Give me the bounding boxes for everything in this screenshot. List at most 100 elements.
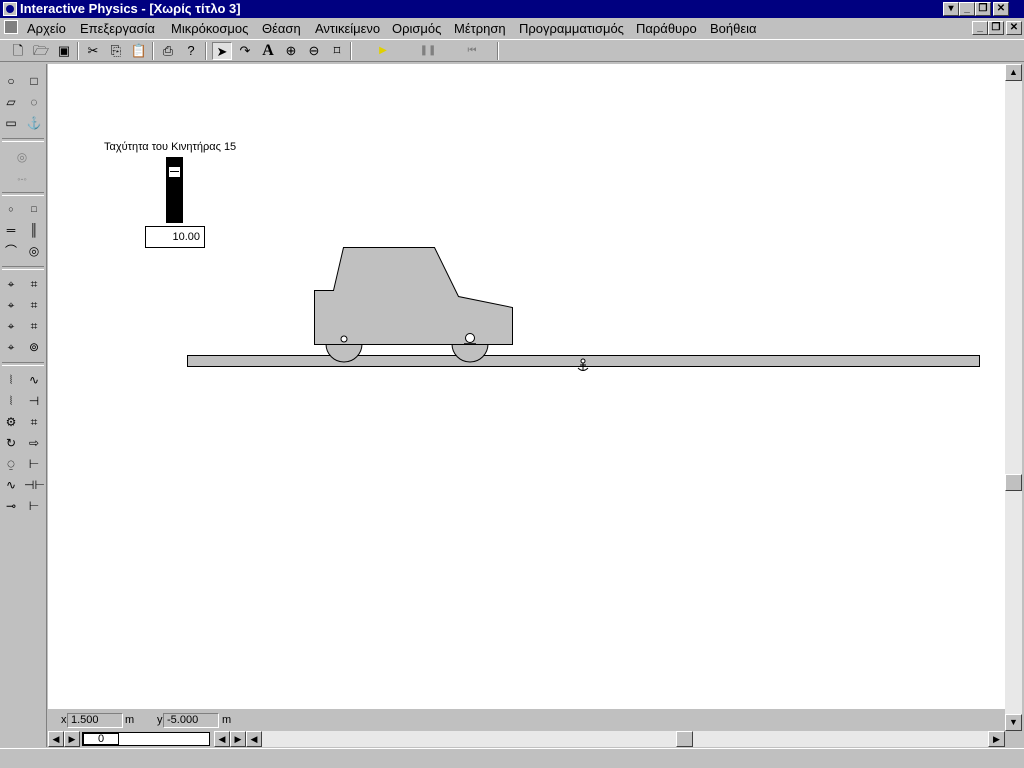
minimize-button[interactable]: _	[959, 2, 975, 16]
pin-icon[interactable]: ▾	[943, 2, 959, 16]
curved-slot-icon[interactable]: ⌒	[1, 241, 21, 261]
cut-icon[interactable]: ✂	[83, 42, 103, 60]
toolbar-separator	[205, 42, 207, 60]
doc-restore-button[interactable]: ❐	[988, 21, 1004, 35]
menu-edit[interactable]: Επεξεργασία	[80, 21, 155, 36]
square-point-icon[interactable]: □	[24, 199, 44, 219]
rectangle-tool-icon[interactable]: ▭	[1, 113, 21, 133]
point-element-icon[interactable]: ○	[1, 199, 21, 219]
line-tool-icon[interactable]: ⊢	[24, 496, 44, 516]
toolbar-separator	[497, 42, 499, 60]
rigid-joint-icon[interactable]: ⌖	[1, 274, 21, 294]
polygon-tool-icon[interactable]: ▱	[1, 92, 21, 112]
frame-counter[interactable]: 0	[83, 733, 119, 745]
torque-spring-icon[interactable]: ∿	[1, 475, 21, 495]
horizontal-scroll-thumb[interactable]	[676, 731, 693, 747]
workspace-canvas[interactable]: Ταχύτητα του Κινητήρας 15 10.00	[48, 64, 1005, 709]
app-icon[interactable]	[3, 2, 17, 16]
menu-define[interactable]: Ορισμός	[392, 21, 441, 36]
separator-tool-icon[interactable]: ⊣⊢	[24, 475, 45, 495]
curved-slot-alt-icon[interactable]: ⌗	[24, 316, 44, 336]
run-icon[interactable]: ▶	[373, 42, 393, 60]
doc-minimize-button[interactable]: _	[972, 21, 988, 35]
step-back-icon[interactable]: ◀	[48, 731, 64, 747]
menu-script[interactable]: Προγραμματισμός	[519, 21, 624, 36]
menu-view[interactable]: Θέαση	[262, 21, 301, 36]
horizontal-slot-icon[interactable]: ═	[1, 220, 21, 240]
scroll-down-icon[interactable]: ▼	[1005, 714, 1022, 731]
help-icon[interactable]: ?	[181, 42, 201, 60]
zoom-out-icon[interactable]: ⊖	[304, 42, 324, 60]
title-bar[interactable]: Interactive Physics - [Χωρίς τίτλο 3] ▾ …	[0, 0, 1024, 18]
menu-help[interactable]: Βοήθεια	[710, 21, 757, 36]
spring-tool-icon[interactable]: ⦚	[1, 370, 21, 390]
gear-icon[interactable]: ⚙	[1, 412, 21, 432]
horizontal-scrollbar[interactable]: ▶	[262, 731, 1005, 747]
y-unit: m	[222, 714, 232, 726]
vertical-scrollbar[interactable]: ▲ ▼	[1005, 64, 1022, 731]
wave-spring-icon[interactable]: ∿	[24, 370, 44, 390]
keyed-slot-alt-icon[interactable]: ⌗	[24, 295, 44, 315]
closed-slot-joint-icon[interactable]: ⌖	[1, 337, 21, 357]
coordinate-bar: x 1.500 m y -5.000 m	[48, 709, 1005, 731]
close-button[interactable]: ✕	[993, 2, 1009, 16]
slot-joint-icon[interactable]: ◦-◦	[12, 169, 32, 189]
circle-tool-icon[interactable]: ○	[1, 71, 21, 91]
doc-close-button[interactable]: ✕	[1006, 21, 1022, 35]
next-frame-icon[interactable]: ▶	[230, 731, 246, 747]
menu-bar: Αρχείο Επεξεργασία Μικρόκοσμος Θέαση Αντ…	[0, 18, 1024, 38]
scene-svg	[187, 247, 980, 371]
zoom-fit-icon[interactable]: ⌑	[327, 42, 347, 60]
scroll-left-icon[interactable]: ◀	[246, 731, 262, 747]
open-folder-icon[interactable]: 🗁	[31, 42, 51, 60]
menu-file[interactable]: Αρχείο	[27, 21, 66, 36]
copy-icon[interactable]: ⎘	[106, 42, 126, 60]
pulley-tool-icon[interactable]: ⌗	[24, 412, 44, 432]
new-file-icon[interactable]: 🗋	[8, 42, 28, 60]
closed-slot-icon[interactable]: ◎	[24, 241, 44, 261]
rod-tool-icon[interactable]: ⊣	[24, 391, 44, 411]
step-forward-icon[interactable]: ▶	[64, 731, 80, 747]
keyed-slot-joint-icon[interactable]: ⌖	[1, 295, 21, 315]
palette-separator	[2, 266, 44, 270]
scroll-corner	[1005, 731, 1022, 747]
curved-slot-joint-icon[interactable]: ⌖	[1, 316, 21, 336]
square-tool-icon[interactable]: □	[24, 71, 44, 91]
reset-icon[interactable]: ⏮	[462, 42, 482, 60]
rotational-motor-icon[interactable]: ↻	[1, 433, 21, 453]
previous-frame-icon[interactable]: ◀	[214, 731, 230, 747]
paste-icon[interactable]: 📋	[129, 42, 149, 60]
print-icon[interactable]: ⎙	[158, 42, 178, 60]
rotate-icon[interactable]: ↷	[235, 42, 255, 60]
menu-measure[interactable]: Μέτρηση	[454, 21, 506, 36]
damper-tool-icon[interactable]: ⦚	[1, 391, 21, 411]
keyed-joint-icon[interactable]: ⌗	[24, 274, 44, 294]
pause-icon[interactable]: ❚❚	[418, 42, 438, 60]
zoom-in-icon[interactable]: ⊕	[281, 42, 301, 60]
closed-slot-alt-icon[interactable]: ⊚	[24, 337, 44, 357]
pin-joint-icon[interactable]: ◎	[12, 147, 32, 167]
restore-button[interactable]: ❐	[975, 2, 991, 16]
rope-tool-icon[interactable]: ⊸	[1, 496, 21, 516]
scroll-right-icon[interactable]: ▶	[988, 731, 1005, 747]
vertical-slot-icon[interactable]: ║	[24, 220, 44, 240]
palette-separator	[2, 138, 44, 142]
scroll-up-icon[interactable]: ▲	[1005, 64, 1022, 81]
actuator-tool-icon[interactable]: ⊢	[24, 454, 44, 474]
menu-world[interactable]: Μικρόκοσμος	[171, 21, 248, 36]
arrow-select-icon[interactable]: ➤	[212, 42, 232, 60]
x-label: x	[61, 714, 67, 726]
menu-object[interactable]: Αντικείμενο	[315, 21, 380, 36]
document-icon[interactable]	[4, 20, 18, 34]
frame-slider[interactable]: 0	[82, 732, 210, 746]
force-tool-icon[interactable]: ⇨	[24, 433, 44, 453]
y-label: y	[157, 714, 163, 726]
vertical-scroll-thumb[interactable]	[1005, 474, 1022, 491]
curved-shape-tool-icon[interactable]: ◌	[24, 92, 44, 112]
text-tool-icon[interactable]: A	[258, 42, 278, 60]
anchor-tool-icon[interactable]: ⚓	[24, 113, 44, 133]
toolbar-separator	[350, 42, 352, 60]
save-icon[interactable]: ▣	[54, 42, 74, 60]
motor-tool-icon[interactable]: ⍜	[1, 454, 21, 474]
menu-window[interactable]: Παράθυρο	[636, 21, 697, 36]
